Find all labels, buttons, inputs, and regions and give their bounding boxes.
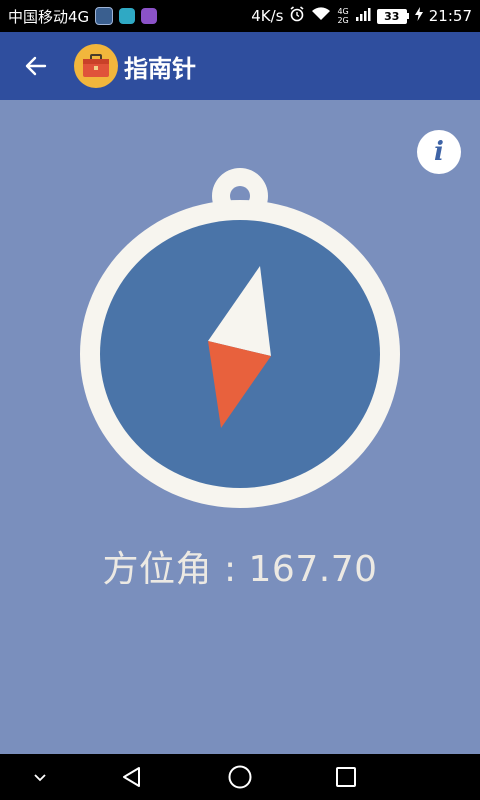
network-type-bottom: 2G [337,16,349,25]
signal-icon [355,6,371,26]
battery-level: 33 [376,8,407,24]
status-bar: 中国移动4G 4K/s 4G 2G 33 21:57 [0,0,480,32]
network-type: 4G 2G [337,7,348,25]
network-speed: 4K/s [251,7,284,25]
triangle-back-icon [123,767,140,787]
compass [80,168,400,508]
nav-recents-button[interactable] [316,754,376,800]
info-icon: i [434,137,444,167]
nav-home-button[interactable] [210,754,270,800]
notification-app-icon [141,8,158,24]
network-type-top: 4G [337,7,349,16]
toolbox-icon [83,54,109,77]
square-recents-icon [336,767,356,787]
wifi-icon [311,6,331,26]
azimuth-label: 方位角 [102,549,213,590]
carrier-text: 中国移动4G [8,7,90,26]
app-bar: 指南针 [0,32,480,100]
status-left: 中国移动4G [8,6,158,27]
circle-home-icon [228,765,252,789]
app-logo [74,44,118,88]
app-title: 指南针 [124,54,196,83]
info-button[interactable]: i [417,130,461,174]
azimuth-value: 167.70 [248,549,378,590]
clock: 21:57 [428,7,472,25]
battery-icon: 33 [376,8,409,24]
alarm-icon [289,6,305,26]
notification-app-icon [119,8,136,24]
azimuth-readout: 方位角 : 167.70 [0,540,480,592]
collapse-button[interactable] [10,754,70,800]
notification-app-icon [95,7,114,25]
chevron-down-icon [34,774,46,782]
status-right: 4K/s 4G 2G 33 21:57 [251,6,472,26]
nav-back-button[interactable] [102,754,162,800]
navigation-bar [0,754,480,800]
arrow-left-icon [25,56,47,76]
azimuth-separator: : [212,549,249,590]
back-button[interactable] [0,32,72,100]
charging-icon [414,7,423,25]
